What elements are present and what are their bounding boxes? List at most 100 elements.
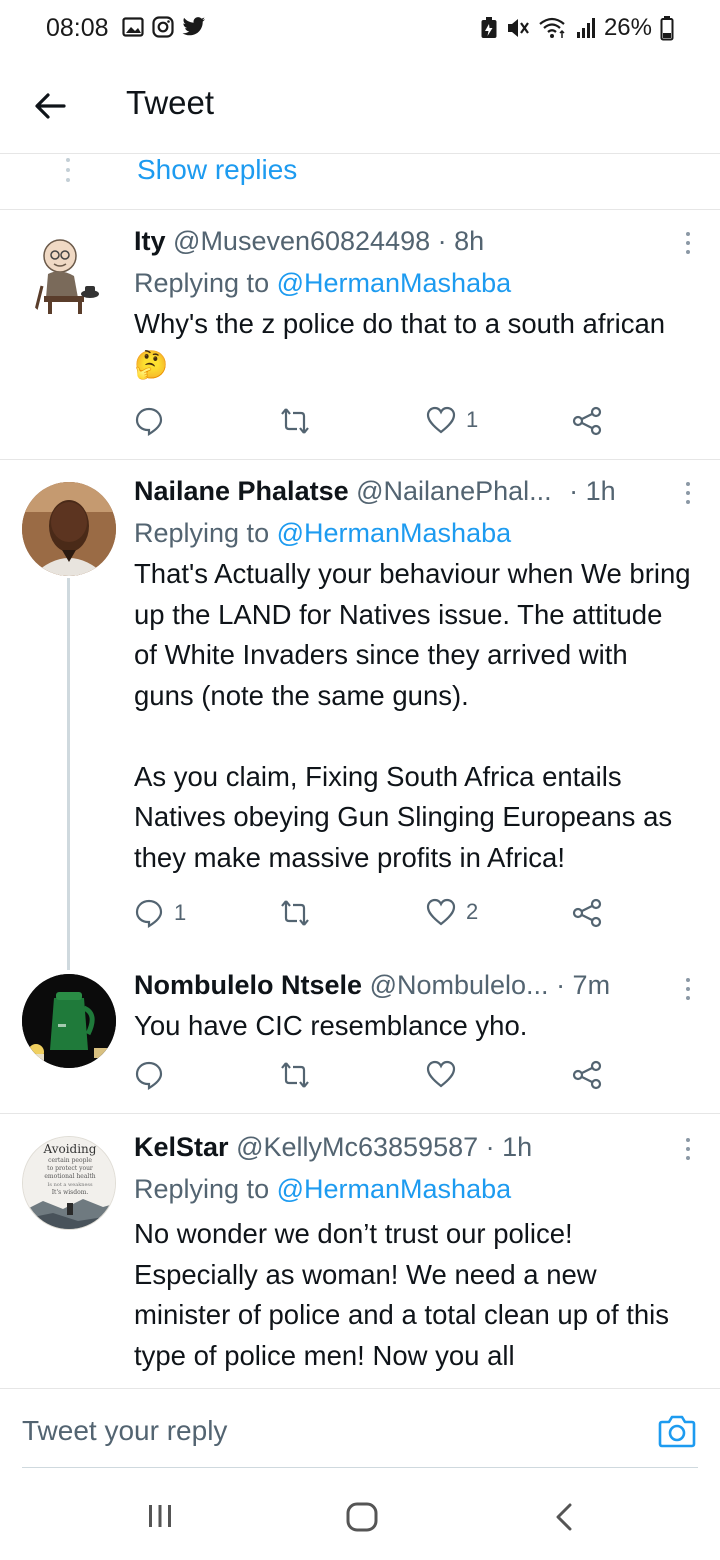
- share-button[interactable]: [572, 898, 602, 928]
- avatar[interactable]: [22, 228, 116, 322]
- back-button[interactable]: [30, 86, 70, 126]
- heart-icon: [426, 898, 456, 926]
- like-count: 1: [466, 407, 479, 432]
- like-count: 2: [466, 899, 479, 924]
- svg-text:certain people: certain people: [48, 1157, 92, 1164]
- replying-to: Replying to @HermanMashaba: [134, 514, 692, 552]
- battery-icon: [660, 16, 674, 41]
- more-options-icon[interactable]: [686, 1138, 692, 1165]
- show-replies-row[interactable]: Show replies: [0, 154, 720, 210]
- tweet-text: Why's the z police do that to a south af…: [134, 308, 673, 380]
- retweet-button[interactable]: [280, 898, 320, 928]
- mention-link[interactable]: @HermanMashaba: [277, 268, 512, 298]
- avatar[interactable]: [22, 482, 116, 576]
- tweet-time: · 8h: [437, 226, 485, 256]
- battery-saver-icon: [481, 17, 497, 38]
- share-button[interactable]: [572, 406, 602, 436]
- tweet-actions: 1: [134, 406, 614, 446]
- reply-icon: [135, 407, 163, 436]
- replying-to: Replying to @HermanMashaba: [134, 264, 692, 302]
- status-notification-icons: [122, 16, 206, 38]
- reply-button[interactable]: [134, 1060, 174, 1090]
- author-handle[interactable]: @Nombulelo...: [370, 970, 549, 1000]
- replying-label: Replying to: [134, 1174, 270, 1204]
- mute-icon: [507, 19, 529, 37]
- status-system-icons: 26%: [480, 14, 674, 42]
- show-replies-link[interactable]: Show replies: [137, 154, 297, 186]
- tweet-body: Nailane Phalatse @NailanePhal... · 1h Re…: [134, 474, 692, 878]
- reply-icon: [135, 899, 163, 928]
- recent-apps-button[interactable]: [146, 1502, 174, 1535]
- tweet-text: No wonder we don’t trust our police! Esp…: [134, 1218, 677, 1371]
- more-options-icon[interactable]: [686, 482, 692, 509]
- battery-percent: 26%: [603, 14, 652, 41]
- share-icon: [572, 406, 602, 436]
- author-handle[interactable]: @NailanePhal...: [356, 476, 552, 506]
- reply-icon: [135, 1061, 163, 1090]
- like-button[interactable]: 1: [426, 406, 478, 434]
- reply-button[interactable]: 1: [134, 898, 186, 928]
- author-handle[interactable]: @KellyMc63859587: [236, 1132, 478, 1162]
- replying-label: Replying to: [134, 518, 270, 548]
- author-name[interactable]: Ity: [134, 226, 166, 256]
- twitter-icon: [182, 17, 206, 36]
- tweet-header: Nailane Phalatse @NailanePhal... · 1h: [134, 474, 692, 508]
- share-icon: [572, 898, 602, 928]
- like-button[interactable]: 2: [426, 898, 478, 926]
- svg-text:emotional health: emotional health: [44, 1173, 95, 1180]
- tweet-body: KelStar @KellyMc63859587 · 1h Replying t…: [134, 1130, 692, 1376]
- retweet-button[interactable]: [280, 1060, 320, 1090]
- share-button[interactable]: [572, 1060, 602, 1090]
- tweet-nailane-phalatse[interactable]: Nailane Phalatse @NailanePhal... · 1h Re…: [0, 460, 720, 970]
- system-nav-bar: [0, 1470, 720, 1560]
- author-handle[interactable]: @Museven60824498: [173, 226, 430, 256]
- avatar[interactable]: Avoiding certain people to protect your …: [22, 1136, 116, 1230]
- mention-link[interactable]: @HermanMashaba: [277, 518, 512, 548]
- author-name[interactable]: Nombulelo Ntsele: [134, 970, 362, 1000]
- thread-dots: [66, 158, 70, 188]
- arrow-left-icon: [35, 93, 66, 119]
- retweet-icon: [281, 408, 309, 434]
- more-options-icon[interactable]: [686, 232, 692, 259]
- instagram-icon: [152, 16, 174, 38]
- reply-count: 1: [174, 900, 187, 925]
- tweet-nombulelo-ntsele[interactable]: Nombulelo Ntsele @Nombulelo... · 7m You …: [0, 958, 720, 1114]
- tweet-header: Nombulelo Ntsele @Nombulelo... · 7m: [134, 968, 692, 1002]
- svg-text:to protect your: to protect your: [47, 1165, 93, 1172]
- tweet-body: Nombulelo Ntsele @Nombulelo... · 7m You …: [134, 968, 692, 1047]
- wifi-icon: [539, 17, 565, 38]
- tweet-actions: 1 2: [134, 898, 614, 938]
- app-header: Tweet: [0, 58, 720, 154]
- tweet-text: You have CIC resemblance yho.: [134, 1010, 528, 1041]
- camera-icon: [658, 1415, 696, 1448]
- author-name[interactable]: Nailane Phalatse: [134, 476, 349, 506]
- mention-link[interactable]: @HermanMashaba: [277, 1174, 512, 1204]
- retweet-icon: [281, 1062, 309, 1088]
- tweet-actions: [134, 1060, 614, 1100]
- reply-button[interactable]: [134, 406, 174, 436]
- tweet-time: · 7m: [556, 970, 611, 1000]
- heart-icon: [426, 406, 456, 434]
- svg-text:It's wisdom.: It's wisdom.: [52, 1189, 89, 1196]
- home-button[interactable]: [346, 1502, 378, 1537]
- tweet-kelstar[interactable]: Avoiding certain people to protect your …: [0, 1114, 720, 1388]
- page-title: Tweet: [126, 84, 215, 121]
- tweet-body: Ity @Museven60824498 · 8h Replying to @H…: [134, 224, 692, 385]
- tweet-text: That's Actually your behaviour when We b…: [134, 558, 691, 873]
- retweet-icon: [281, 900, 309, 926]
- avatar[interactable]: [22, 974, 116, 1068]
- reply-composer: [0, 1388, 720, 1470]
- tweet-header: Ity @Museven60824498 · 8h: [134, 224, 692, 258]
- tweet-ity[interactable]: Ity @Museven60824498 · 8h Replying to @H…: [0, 210, 720, 460]
- reply-input[interactable]: [22, 1415, 622, 1447]
- like-button[interactable]: [426, 1060, 466, 1088]
- retweet-button[interactable]: [280, 406, 320, 436]
- author-name[interactable]: KelStar: [134, 1132, 229, 1162]
- tweet-time: · 1h: [569, 476, 616, 506]
- more-options-icon[interactable]: [686, 978, 692, 1005]
- gallery-icon: [122, 17, 144, 37]
- camera-button[interactable]: [658, 1413, 696, 1449]
- system-back-button[interactable]: [552, 1502, 576, 1537]
- recent-apps-icon: [149, 1505, 171, 1527]
- status-bar: 08:08 26%: [0, 0, 720, 58]
